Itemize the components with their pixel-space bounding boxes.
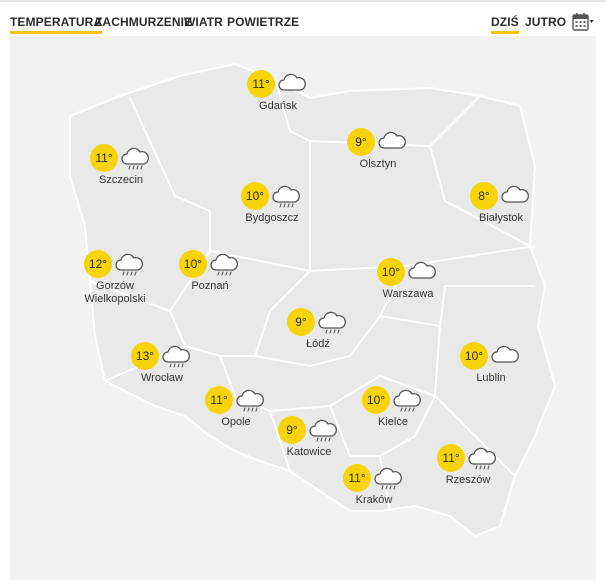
temperature-badge: 9° — [287, 308, 315, 336]
cloud-rain-icon — [271, 184, 301, 210]
temperature-badge: 11° — [247, 70, 275, 98]
temperature-badge: 11° — [343, 464, 371, 492]
city-name: Bydgoszcz — [245, 212, 299, 224]
cloud-rain-icon — [120, 146, 150, 172]
cloud-rain-icon — [317, 310, 347, 336]
tab-powietrze[interactable]: POWIETRZE — [227, 14, 299, 30]
temperature-badge: 8° — [470, 182, 498, 210]
temperature-badge: 11° — [205, 386, 233, 414]
city-marker[interactable]: 10° Poznań — [179, 250, 269, 306]
temperature-badge: 12° — [84, 250, 112, 278]
cloud-icon — [277, 72, 307, 98]
temperature-badge: 10° — [362, 386, 390, 414]
city-marker[interactable]: 11° Gdańsk — [247, 70, 337, 126]
temperature-badge: 10° — [241, 182, 269, 210]
city-name: Katowice — [286, 446, 332, 458]
city-name: Gorzów Wielkopolski — [84, 280, 146, 305]
temperature-badge: 13° — [131, 342, 159, 370]
city-name: Olsztyn — [359, 158, 397, 170]
cloud-rain-icon — [392, 388, 422, 414]
city-name: Poznań — [191, 280, 229, 292]
temperature-badge: 9° — [347, 128, 375, 156]
temperature-badge: 11° — [90, 144, 118, 172]
city-name: Szczecin — [98, 174, 144, 186]
city-name: Kraków — [355, 494, 393, 506]
city-marker[interactable]: 11° Szczecin — [90, 144, 180, 200]
temperature-badge: 10° — [377, 258, 405, 286]
cloud-icon — [490, 344, 520, 370]
temperature-badge: 9° — [278, 416, 306, 444]
cloud-rain-icon — [308, 418, 338, 444]
cloud-icon — [500, 184, 530, 210]
city-marker[interactable]: 9° Olsztyn — [347, 128, 437, 184]
city-name: Warszawa — [382, 288, 434, 300]
cloud-rain-icon — [161, 344, 191, 370]
tab-bar: TEMPERATURA ZACHMURZENIE WIATR POWIETRZE… — [0, 0, 606, 34]
city-name: Gdańsk — [259, 100, 297, 112]
temperature-badge: 10° — [179, 250, 207, 278]
temperature-badge: 11° — [437, 444, 465, 472]
cloud-rain-icon — [114, 252, 144, 278]
cloud-icon — [407, 260, 437, 286]
city-name: Rzeszów — [445, 474, 491, 486]
cloud-rain-icon — [235, 388, 265, 414]
temperature-badge: 10° — [460, 342, 488, 370]
city-name: Lublin — [476, 372, 506, 384]
city-name: Łódź — [306, 338, 330, 350]
chevron-down-icon — [589, 20, 594, 23]
city-marker[interactable]: 12° Gorzów Wielkopolski — [84, 250, 174, 306]
cloud-rain-icon — [373, 466, 403, 492]
tab-dzis[interactable]: DZIŚ — [491, 14, 519, 34]
city-marker[interactable]: 10° Kielce — [362, 386, 452, 442]
city-marker[interactable]: 11° Kraków — [343, 464, 433, 520]
city-name: Opole — [221, 416, 251, 428]
city-marker[interactable]: 8° Białystok — [470, 182, 560, 238]
city-name: Białystok — [478, 212, 524, 224]
calendar-button[interactable] — [572, 12, 594, 32]
city-marker[interactable]: 10° Bydgoszcz — [241, 182, 331, 238]
cloud-rain-icon — [467, 446, 497, 472]
city-name: Wrocław — [141, 372, 183, 384]
city-marker[interactable]: 10° Warszawa — [377, 258, 467, 314]
map-panel: 11° Gdańsk 9° Olsztyn 11° Szczecin 10° Bydgoszc… — [10, 36, 596, 580]
cloud-icon — [377, 130, 407, 156]
tab-temperatura[interactable]: TEMPERATURA — [10, 14, 103, 34]
tab-jutro[interactable]: JUTRO — [525, 14, 566, 30]
tab-zachmurzenie[interactable]: ZACHMURZENIE — [95, 14, 192, 30]
tab-wiatr[interactable]: WIATR — [184, 14, 223, 30]
city-marker[interactable]: 9° Łódź — [287, 308, 377, 364]
city-marker[interactable]: 11° Rzeszów — [437, 444, 527, 500]
city-marker[interactable]: 10° Lublin — [460, 342, 550, 398]
cloud-rain-icon — [209, 252, 239, 278]
